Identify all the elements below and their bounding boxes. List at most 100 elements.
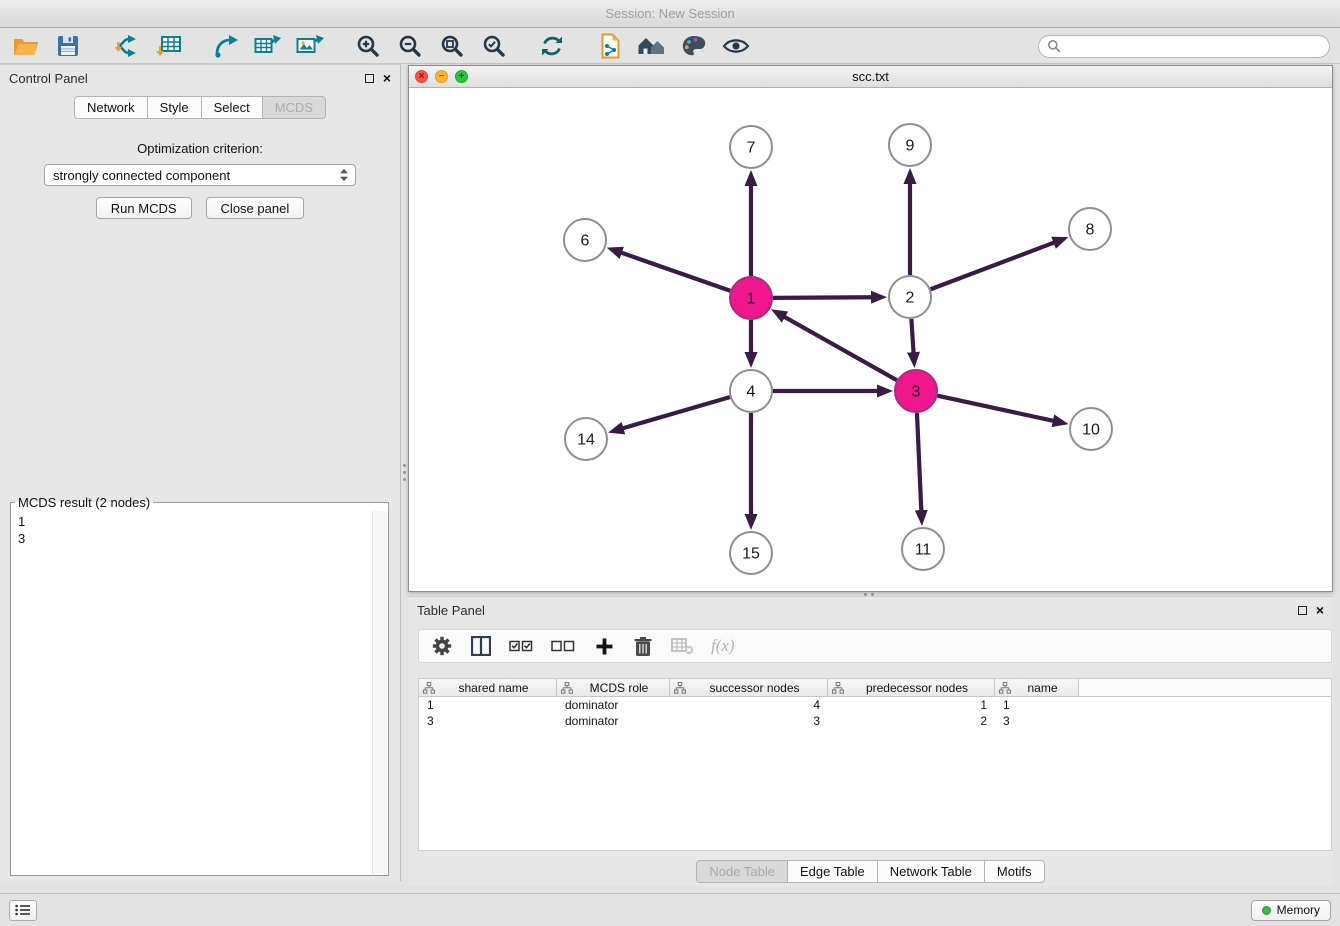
edge-1-2[interactable] [773,297,872,298]
run-mcds-button[interactable]: Run MCDS [96,197,192,219]
column-header-mcds-role[interactable]: MCDS role [557,679,670,697]
export-table-icon [254,34,282,58]
refresh-icon [539,34,565,58]
table-close-icon[interactable]: × [1316,603,1324,617]
result-item[interactable]: 3 [18,530,365,547]
table-cell[interactable]: 1 [995,697,1079,713]
zoom-in-button[interactable] [352,31,384,61]
network-overview-button[interactable] [636,31,668,61]
zoom-out-button[interactable] [394,31,426,61]
close-mcds-panel-button[interactable]: Close panel [206,197,305,219]
memory-label: Memory [1277,903,1320,917]
import-table-button[interactable] [152,31,184,61]
apply-style-button[interactable] [678,31,710,61]
minimize-window-button[interactable]: − [435,70,448,83]
tab-network[interactable]: Network [74,96,147,119]
table-cell[interactable]: 3 [670,713,828,729]
edge-3-10[interactable] [937,396,1053,421]
float-panel-icon[interactable] [365,74,374,83]
column-header-predecessor-nodes[interactable]: predecessor nodes [828,679,995,697]
save-floppy-icon [57,35,79,57]
palette-icon [681,34,707,58]
search-box[interactable] [1038,35,1330,58]
table-cell[interactable]: 4 [670,697,828,713]
tab-node-table[interactable]: Node Table [696,860,787,883]
table-settings-button[interactable] [431,634,453,658]
select-all-button[interactable] [509,634,534,658]
task-list-icon [15,904,31,916]
delete-table-button[interactable] [671,634,694,658]
edge-3-1[interactable] [784,317,897,381]
plus-icon [595,637,614,656]
export-image-button[interactable] [294,31,326,61]
network-window-title: scc.txt [409,69,1332,84]
table-row[interactable]: 1dominator411 [419,697,1331,713]
result-scrollbar[interactable] [372,511,387,874]
table-float-icon[interactable] [1298,606,1307,615]
table-panel-tabs: Node TableEdge TableNetwork TableMotifs [408,860,1333,883]
tab-select[interactable]: Select [201,96,262,119]
task-history-button[interactable] [9,900,37,921]
column-header-successor-nodes[interactable]: successor nodes [670,679,828,697]
edge-4-14[interactable] [622,397,729,428]
table-cell[interactable]: dominator [557,713,670,729]
titlebar[interactable]: Session: New Session [0,0,1340,28]
table-row[interactable]: 3dominator323 [419,713,1331,729]
tab-motifs[interactable]: Motifs [984,860,1045,883]
add-column-button[interactable] [593,634,615,658]
column-header-shared-name[interactable]: shared name [419,679,557,697]
search-input[interactable] [1066,39,1321,54]
table-cell[interactable]: dominator [557,697,670,713]
node-label-15: 15 [742,546,760,563]
function-builder-button[interactable]: f(x) [711,636,735,656]
homes-icon [637,35,667,57]
edge-3-11[interactable] [917,413,921,511]
maximize-window-button[interactable]: + [455,70,468,83]
tab-mcds[interactable]: MCDS [262,96,326,119]
first-neighbors-button[interactable] [594,31,626,61]
attribute-icon [832,682,844,694]
table-cell[interactable]: 2 [828,713,995,729]
open-session-button[interactable] [10,31,42,61]
table-panel: Table Panel × [408,596,1333,886]
open-folder-icon [13,35,39,57]
deselect-all-button[interactable] [551,634,576,658]
network-window-titlebar[interactable]: scc.txt × − + [409,66,1332,88]
zoom-selected-button[interactable] [478,31,510,61]
edge-2-8[interactable] [931,242,1055,289]
show-hide-button[interactable] [720,31,752,61]
close-window-button[interactable]: × [415,70,428,83]
tab-edge-table[interactable]: Edge Table [787,860,877,883]
export-network-button[interactable] [210,31,242,61]
table-cell[interactable]: 1 [419,697,557,713]
delete-column-button[interactable] [632,634,654,658]
vertical-splitter[interactable] [401,64,408,881]
show-columns-button[interactable] [470,634,492,658]
table-cell[interactable]: 1 [828,697,995,713]
attribute-icon [423,682,435,694]
edge-1-6[interactable] [621,253,730,291]
import-network-button[interactable] [110,31,142,61]
close-panel-icon[interactable]: × [383,71,391,85]
tab-style[interactable]: Style [147,96,201,119]
refresh-view-button[interactable] [536,31,568,61]
criterion-dropdown-value: strongly connected component [53,168,339,183]
criterion-dropdown[interactable]: strongly connected component [44,164,356,186]
export-table-button[interactable] [252,31,284,61]
column-header-name[interactable]: name [995,679,1079,697]
node-table: shared nameMCDS rolesuccessor nodesprede… [418,678,1332,851]
node-label-9: 9 [906,138,915,155]
table-panel-header: Table Panel × [408,597,1333,623]
memory-button[interactable]: Memory [1251,900,1331,921]
table-cell[interactable]: 3 [995,713,1079,729]
edge-2-3[interactable] [911,319,913,353]
table-header-filler [1079,679,1331,697]
result-item[interactable]: 1 [18,513,365,530]
zoom-fit-button[interactable] [436,31,468,61]
table-cell[interactable]: 3 [419,713,557,729]
tab-network-table[interactable]: Network Table [877,860,984,883]
save-session-button[interactable] [52,31,84,61]
mcds-result-title: MCDS result (2 nodes) [15,495,153,510]
node-label-14: 14 [577,432,595,449]
network-graph[interactable]: 7968124314101511 [409,88,1332,591]
